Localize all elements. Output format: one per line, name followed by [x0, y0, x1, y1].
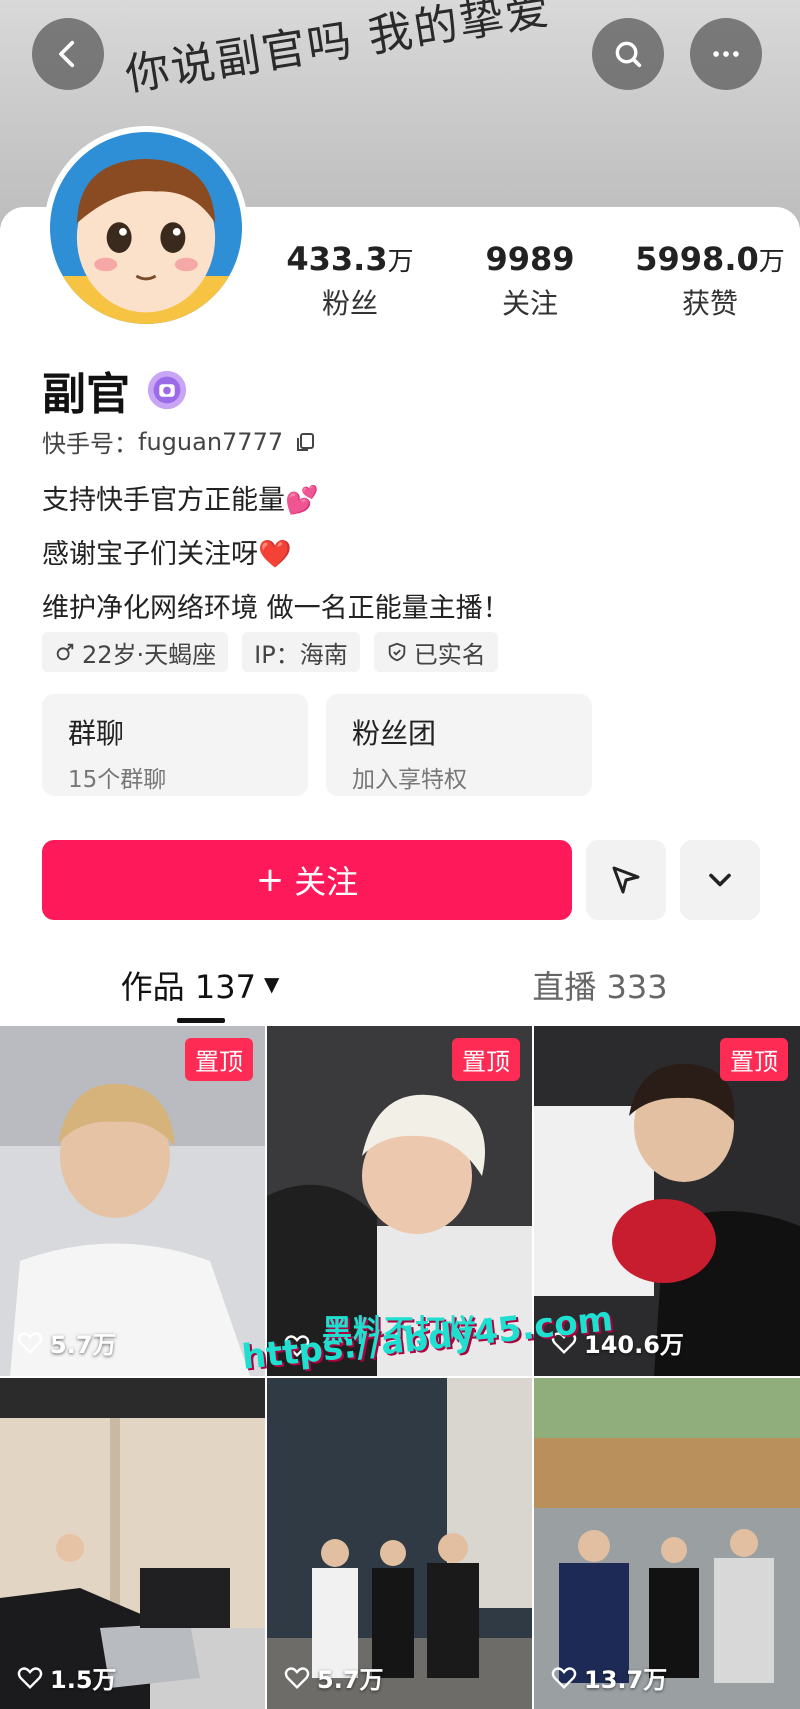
stat-label: 粉丝 [321, 287, 378, 320]
stat-unit: 万 [758, 247, 785, 277]
heart-icon [17, 1331, 43, 1354]
heart-icon [284, 1666, 310, 1689]
tag-label: IP：海南 [254, 640, 348, 669]
stat-likes[interactable]: 5998.0万 获赞 [620, 240, 800, 322]
profile-name: 副官 [42, 369, 130, 420]
plus-icon: + [255, 860, 285, 900]
stat-label: 关注 [501, 287, 558, 320]
send-icon [612, 866, 640, 894]
video-thumbnail[interactable]: 5.7万 [267, 1378, 532, 1709]
tab-label: 直播 333 [532, 968, 668, 1006]
stat-followers[interactable]: 433.3万 粉丝 [260, 240, 440, 322]
stat-label: 获赞 [681, 287, 738, 320]
bio-line: 支持快手官方正能量💕 [42, 485, 319, 516]
handle-row: 快手号： fuguan7777 [42, 424, 317, 459]
copy-icon[interactable] [293, 430, 317, 454]
content-tabs: 作品 137 ▼ 直播 333 [0, 950, 800, 1026]
tab-label: 作品 137 [120, 968, 256, 1006]
handle-id: fuguan7777 [138, 427, 284, 456]
cover-text: 你说副官吗 我的挚爱 [121, 0, 555, 102]
heart-icon [17, 1666, 43, 1689]
tag-label: 已实名 [413, 640, 486, 669]
stat-unit: 万 [387, 247, 414, 277]
tag-age: 22岁·天蝎座 [42, 632, 229, 672]
fan-club-card[interactable]: 粉丝团 加入享特权 [326, 694, 592, 796]
card-title: 粉丝团 [352, 717, 437, 750]
like-count: 13.7万 [550, 1660, 667, 1695]
stat-value: 9989 [485, 240, 575, 278]
card-title: 群聊 [68, 717, 125, 750]
like-count: 5.7万 [283, 1660, 384, 1695]
profile-bio: 支持快手官方正能量💕 感谢宝子们关注呀❤️ 维护净化网络环境 做一名正能量主播！ [42, 474, 510, 636]
like-count-value: 13.7万 [584, 1666, 668, 1694]
share-button[interactable] [586, 840, 666, 920]
more-dots-icon [713, 51, 739, 57]
verified-badge-icon[interactable] [144, 367, 190, 413]
card-subtitle: 加入享特权 [352, 767, 467, 793]
like-count: 5.7万 [16, 1325, 117, 1360]
tag-verified: 已实名 [373, 632, 498, 672]
handle-label: 快手号： [42, 430, 138, 458]
bio-line: 感谢宝子们关注呀❤️ [42, 539, 292, 570]
cartoon-avatar-image [50, 132, 242, 324]
heart-icon [551, 1666, 577, 1689]
card-subtitle: 15个群聊 [68, 767, 167, 793]
more-button[interactable] [690, 18, 762, 90]
chevron-down-icon [709, 873, 731, 887]
like-count: 1.5万 [16, 1660, 117, 1695]
video-thumbnail[interactable]: 置顶 5.7万 [0, 1026, 265, 1376]
shield-icon [388, 642, 405, 662]
pinned-badge: 置顶 [452, 1038, 520, 1081]
profile-tags: 22岁·天蝎座 IP：海南 已实名 [42, 632, 498, 672]
feature-cards: 群聊 15个群聊 粉丝团 加入享特权 [42, 694, 592, 796]
tab-indicator [177, 1018, 225, 1023]
search-button[interactable] [592, 18, 664, 90]
like-count-value: 5.7万 [50, 1331, 117, 1359]
tab-works[interactable]: 作品 137 ▼ [0, 950, 400, 1026]
pinned-badge: 置顶 [185, 1038, 253, 1081]
like-count-value: 5.7万 [317, 1666, 384, 1694]
back-arrow-icon [59, 40, 75, 68]
pinned-badge: 置顶 [720, 1038, 788, 1081]
follow-label: 关注 [294, 863, 359, 901]
back-button[interactable] [32, 18, 104, 90]
stat-value: 5998.0 [635, 240, 759, 278]
tag-label: 22岁·天蝎座 [82, 640, 217, 669]
stat-following[interactable]: 9989 关注 [440, 240, 620, 322]
bio-line: 维护净化网络环境 做一名正能量主播！ [42, 593, 510, 624]
male-icon [56, 643, 74, 661]
like-count-value: 1.5万 [50, 1666, 117, 1694]
video-thumbnail[interactable]: 13.7万 [534, 1378, 800, 1709]
profile-stats: 433.3万 粉丝 9989 关注 5998.0万 获赞 [260, 240, 800, 322]
stat-value: 433.3 [286, 240, 388, 278]
tag-ip: IP：海南 [242, 632, 360, 672]
dropdown-button[interactable] [680, 840, 760, 920]
name-row: 副官 [42, 358, 190, 422]
follow-button[interactable]: + 关注 [42, 840, 572, 920]
profile-actions: + 关注 [42, 840, 760, 920]
search-icon [615, 41, 642, 68]
avatar[interactable] [44, 126, 248, 330]
caret-down-icon: ▼ [263, 972, 280, 996]
tab-live[interactable]: 直播 333 [400, 950, 800, 1026]
video-thumbnail[interactable]: 1.5万 [0, 1378, 265, 1709]
video-grid: 置顶 5.7万 置顶 置顶 140.6万 1.5万 5.7万 13.7万 [0, 1026, 800, 1709]
group-chat-card[interactable]: 群聊 15个群聊 [42, 694, 308, 796]
